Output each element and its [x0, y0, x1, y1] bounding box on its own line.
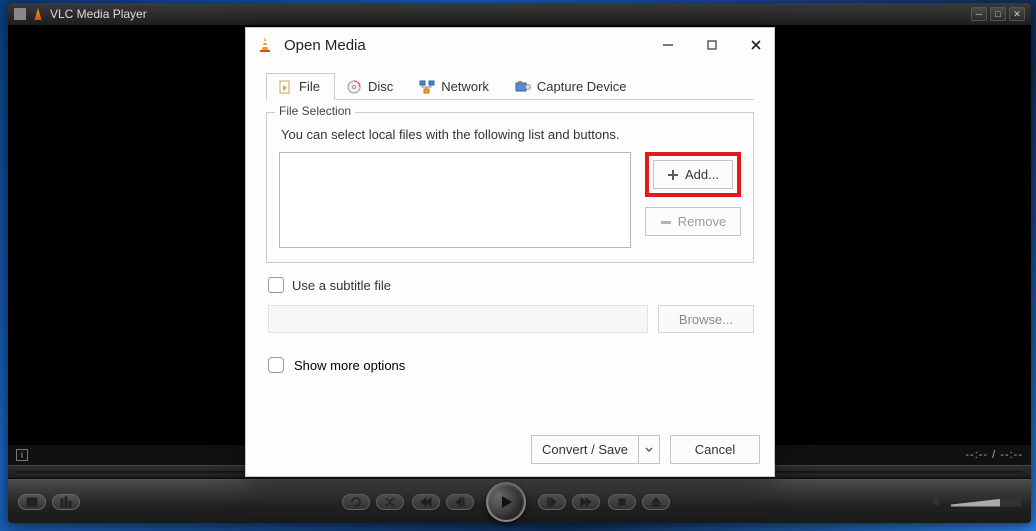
tab-capture[interactable]: Capture Device — [504, 73, 642, 100]
dialog-close-button[interactable] — [748, 37, 764, 53]
tab-capture-label: Capture Device — [537, 79, 627, 94]
dialog-maximize-button[interactable] — [704, 37, 720, 53]
file-selection-legend: File Selection — [275, 104, 355, 118]
show-more-row: Show more options — [268, 357, 760, 373]
main-titlebar: VLC Media Player ─ □ ✕ — [8, 3, 1031, 25]
chevron-down-icon — [645, 446, 653, 454]
minimize-button[interactable]: ─ — [971, 7, 987, 21]
remove-button[interactable]: Remove — [645, 207, 741, 236]
add-button-highlight: Add... — [645, 152, 741, 197]
minus-icon — [660, 216, 672, 228]
stop-button[interactable] — [608, 494, 636, 510]
main-title: VLC Media Player — [50, 7, 147, 21]
time-total: --:-- — [1000, 449, 1023, 461]
play-button[interactable] — [486, 482, 526, 522]
tab-network-label: Network — [441, 79, 489, 94]
disc-icon — [346, 80, 362, 94]
skip-back-button[interactable] — [412, 494, 440, 510]
tab-disc-label: Disc — [368, 79, 393, 94]
app-menu-icon[interactable] — [14, 8, 26, 20]
time-elapsed: --:-- — [965, 449, 988, 461]
dialog-action-bar: Convert / Save Cancel — [246, 425, 774, 476]
equalizer-button[interactable] — [52, 494, 80, 510]
dialog-titlebar: Open Media — [246, 28, 774, 62]
file-list[interactable] — [279, 152, 631, 248]
subtitle-checkbox[interactable] — [268, 277, 284, 293]
vlc-cone-icon — [32, 8, 44, 20]
file-icon — [277, 80, 293, 94]
vlc-cone-icon — [256, 36, 274, 54]
browse-button: Browse... — [658, 305, 754, 333]
fast-forward-button[interactable] — [538, 494, 566, 510]
open-media-dialog: Open Media File Disc Network Capture Dev — [245, 27, 775, 477]
close-window-button[interactable]: ✕ — [1009, 7, 1025, 21]
dialog-title: Open Media — [284, 37, 366, 54]
plus-icon — [667, 169, 679, 181]
tab-file-label: File — [299, 79, 320, 94]
shuffle-button[interactable] — [376, 494, 404, 510]
dialog-minimize-button[interactable] — [660, 37, 676, 53]
playlist-toggle-button[interactable] — [18, 494, 46, 510]
network-icon — [419, 80, 435, 94]
maximize-button[interactable]: □ — [990, 7, 1006, 21]
rewind-button[interactable] — [446, 494, 474, 510]
subtitle-label: Use a subtitle file — [292, 278, 391, 293]
remove-button-label: Remove — [678, 214, 726, 229]
subtitle-row: Use a subtitle file — [268, 277, 754, 293]
cancel-button-label: Cancel — [695, 442, 735, 457]
cancel-button[interactable]: Cancel — [670, 435, 760, 464]
dialog-tabs: File Disc Network Capture Device — [266, 72, 754, 100]
info-icon[interactable]: i — [16, 449, 28, 461]
file-selection-help: You can select local files with the foll… — [281, 127, 741, 142]
add-button[interactable]: Add... — [653, 160, 733, 189]
capture-icon — [515, 80, 531, 94]
show-more-label: Show more options — [294, 358, 405, 373]
show-more-checkbox[interactable] — [268, 357, 284, 373]
skip-forward-button[interactable] — [572, 494, 600, 510]
volume-slider[interactable] — [951, 497, 1021, 507]
tab-file[interactable]: File — [266, 73, 335, 100]
convert-save-button[interactable]: Convert / Save — [531, 435, 638, 464]
convert-save-dropdown[interactable] — [638, 435, 660, 464]
mute-icon[interactable] — [931, 495, 945, 509]
eject-button[interactable] — [642, 494, 670, 510]
add-button-label: Add... — [685, 167, 719, 182]
tab-network[interactable]: Network — [408, 73, 504, 100]
convert-save-split-button: Convert / Save — [531, 435, 660, 464]
loop-button[interactable] — [342, 494, 370, 510]
file-selection-group: File Selection You can select local file… — [266, 112, 754, 263]
control-bar — [8, 479, 1031, 523]
tab-disc[interactable]: Disc — [335, 73, 408, 100]
subtitle-path-input — [268, 305, 648, 333]
convert-save-label: Convert / Save — [542, 442, 628, 457]
browse-button-label: Browse... — [679, 312, 733, 327]
